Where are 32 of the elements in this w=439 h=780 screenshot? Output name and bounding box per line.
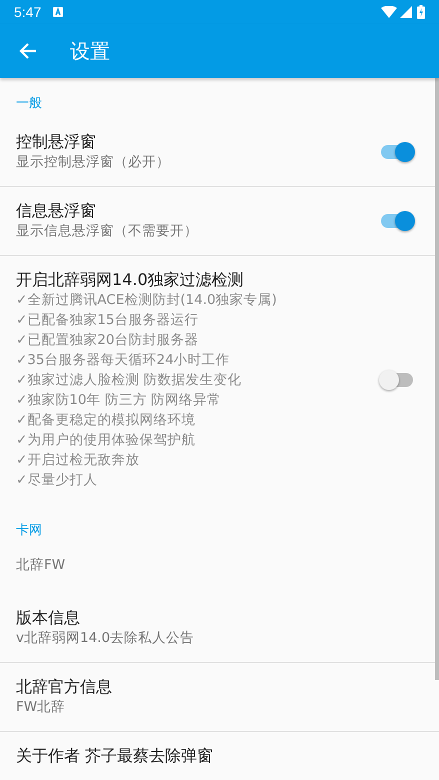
feature-line: ✓配备更稳定的模拟网络环境 <box>16 411 196 430</box>
clock-time: 5:47 <box>14 4 42 20</box>
setting-title: 关于作者 芥子最蔡去除弹窗 <box>16 746 214 766</box>
feature-line: ✓已配置独家20台防封服务器 <box>16 331 200 350</box>
feature-line: ✓为用户的使用体验保驾护航 <box>16 431 196 450</box>
feature-line: ✓开启过检无敌奔放 <box>16 451 140 470</box>
feature-line: ✓35台服务器每天循环24小时工作 <box>16 351 231 370</box>
toggle-switch[interactable] <box>379 211 415 231</box>
setting-title: 北辞官方信息 <box>16 677 113 697</box>
toggle-switch[interactable] <box>379 142 415 162</box>
setting-title: 控制悬浮窗 <box>16 132 97 152</box>
toggle-switch[interactable] <box>379 370 415 390</box>
feature-line: ✓尽量少打人 <box>16 471 98 490</box>
battery-icon <box>417 5 425 19</box>
setting-summary: FW北辞 <box>16 698 66 717</box>
signal-icon <box>400 6 412 18</box>
section-header: 一般 <box>15 95 43 113</box>
feature-line: ✓全新过腾讯ACE检测防封(14.0独家专属) <box>16 291 278 310</box>
setting-title: 信息悬浮窗 <box>16 201 97 221</box>
setting-title: 开启北辞弱网14.0独家过滤检测 <box>16 270 245 290</box>
section-header: 卡网 <box>15 522 43 540</box>
setting-summary: 显示控制悬浮窗（必开） <box>16 153 171 172</box>
setting-summary: 显示信息悬浮窗（不需要开） <box>16 222 199 241</box>
notification-icon <box>53 7 64 17</box>
setting-summary: v北辞弱网14.0去除私人公告 <box>16 629 196 648</box>
screen-title: 设置 <box>70 38 110 64</box>
feature-line: ✓独家防10年 防三方 防网络异常 <box>16 391 222 410</box>
setting-summary: 北辞FW <box>16 556 66 575</box>
setting-title: 版本信息 <box>16 608 81 628</box>
wifi-icon <box>381 6 397 18</box>
feature-line: ✓已配备独家15台服务器运行 <box>16 311 200 330</box>
feature-line: ✓独家过滤人脸检测 防数据发生变化 <box>16 371 243 390</box>
